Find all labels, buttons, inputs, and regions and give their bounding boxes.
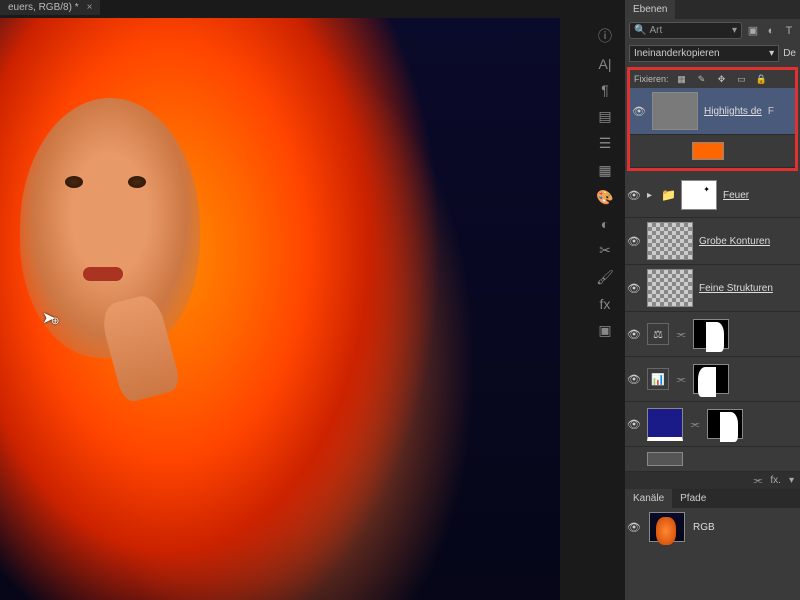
fx-badge: F — [768, 106, 774, 117]
filter-text-icon[interactable]: T — [782, 24, 796, 38]
layer-thumbnail[interactable] — [647, 269, 693, 307]
layer-adj-levels[interactable]: 👁 📊 ⫘ — [625, 357, 800, 402]
fx-menu-icon[interactable]: fx. — [770, 475, 781, 486]
history-icon[interactable]: ▣ — [598, 322, 611, 339]
mask-thumbnail[interactable] — [693, 319, 729, 349]
tutorial-highlight: Fixieren: ▦ ✎ ✥ ▭ 🔒 👁 Highlights de F — [627, 67, 798, 171]
visibility-icon[interactable]: 👁 — [627, 189, 641, 202]
layer-thumbnail[interactable] — [647, 408, 683, 441]
visibility-icon[interactable]: 👁 — [627, 521, 641, 534]
tab-layers[interactable]: Ebenen — [625, 0, 675, 19]
layer-grobe[interactable]: 👁 Grobe Konturen — [625, 218, 800, 265]
visibility-icon[interactable]: 👁 — [627, 418, 641, 431]
swatches-icon[interactable]: ▦ — [598, 162, 611, 179]
layer-panel-footer: ⫘ fx. ▾ — [625, 472, 800, 489]
layers-list-rest: 👁 ▸ 📁 ✦ Feuer 👁 Grobe Konturen 👁 Feine S… — [625, 173, 800, 472]
lock-label: Fixieren: — [634, 74, 669, 84]
link-layers-icon[interactable]: ⫘ — [753, 475, 762, 486]
channels-panel-tabs: Kanäle Pfade — [625, 489, 800, 508]
link-icon[interactable]: ⫘ — [675, 374, 687, 385]
visibility-icon[interactable]: 👁 — [627, 328, 641, 341]
layer-solid-navy[interactable]: 👁 ⫘ — [625, 402, 800, 447]
layer-thumbnail[interactable] — [692, 142, 724, 160]
layer-thumbnail[interactable] — [647, 222, 693, 260]
layer-partial[interactable] — [625, 447, 800, 472]
layer-thumbnail[interactable] — [652, 92, 698, 130]
brush-icon[interactable]: 🖌 — [596, 269, 614, 286]
layer-orange-clip[interactable] — [630, 135, 795, 168]
chevron-down-icon[interactable]: ▾ — [789, 475, 794, 486]
blend-row: Ineinanderkopieren De — [625, 42, 800, 65]
visibility-icon[interactable]: 👁 — [627, 373, 641, 386]
levels-icon: 📊 — [647, 368, 669, 390]
opacity-label: De — [783, 48, 796, 59]
layer-thumbnail[interactable] — [647, 452, 683, 466]
layer-adj-balance[interactable]: 👁 ⚖ ⫘ — [625, 312, 800, 357]
tab-channels[interactable]: Kanäle — [625, 489, 672, 508]
panel-tabs: Ebenen — [625, 0, 800, 19]
lock-paint-icon[interactable]: ✎ — [695, 72, 709, 86]
mask-thumbnail[interactable]: ✦ — [681, 180, 717, 210]
layer-feine[interactable]: 👁 Feine Strukturen — [625, 265, 800, 312]
lock-position-icon[interactable]: ✥ — [715, 72, 729, 86]
layer-highlights[interactable]: 👁 Highlights de F — [630, 88, 795, 135]
balance-icon: ⚖ — [647, 323, 669, 345]
lock-all-icon[interactable]: 🔒 — [755, 72, 769, 86]
blend-mode-dropdown[interactable]: Ineinanderkopieren — [629, 45, 779, 62]
char-icon[interactable]: A| — [599, 56, 612, 72]
info-icon[interactable]: ⓘ — [598, 26, 612, 46]
layer-name[interactable]: Highlights de — [704, 106, 762, 117]
channel-name: RGB — [693, 522, 715, 533]
expand-arrow-icon[interactable]: ▸ — [647, 190, 655, 201]
color-icon[interactable]: 🎨 — [596, 189, 613, 206]
link-icon[interactable]: ⫘ — [689, 419, 701, 430]
link-icon[interactable]: ⫘ — [675, 329, 687, 340]
filter-image-icon[interactable]: ▣ — [746, 24, 760, 38]
lock-row: Fixieren: ▦ ✎ ✥ ▭ 🔒 — [630, 70, 795, 88]
document-tab[interactable]: euers, RGB/8) * × — [0, 0, 100, 15]
tab-paths[interactable]: Pfade — [672, 489, 714, 508]
layer-filter-bar: 🔍 Art ▾ ▣ ◐ T — [625, 19, 800, 42]
eye-left — [65, 176, 83, 188]
channel-thumbnail[interactable] — [649, 512, 685, 542]
layer-name[interactable]: Grobe Konturen — [699, 236, 770, 247]
channel-rgb[interactable]: 👁 RGB — [625, 508, 800, 546]
search-icon: 🔍 — [634, 25, 646, 36]
mask-thumbnail[interactable] — [693, 364, 729, 394]
lock-artboard-icon[interactable]: ▭ — [735, 72, 749, 86]
filter-type-dropdown[interactable]: 🔍 Art ▾ — [629, 22, 742, 39]
layers-stack-icon[interactable]: ▤ — [598, 108, 611, 125]
layer-group-feuer[interactable]: 👁 ▸ 📁 ✦ Feuer — [625, 173, 800, 218]
chevron-down-icon: ▾ — [732, 25, 737, 36]
lips — [83, 267, 123, 281]
bars-icon[interactable]: ☰ — [599, 135, 612, 152]
right-panels: Ebenen 🔍 Art ▾ ▣ ◐ T Ineinanderkopieren … — [625, 0, 800, 600]
adjustments-icon[interactable]: ◐ — [601, 216, 609, 232]
layer-name[interactable]: Feuer — [723, 190, 749, 201]
lock-pixels-icon[interactable]: ▦ — [675, 72, 689, 86]
visibility-icon[interactable]: 👁 — [632, 105, 646, 118]
layers-list: 👁 Highlights de F — [630, 88, 795, 168]
mask-thumbnail[interactable] — [707, 409, 743, 439]
layer-name[interactable]: Feine Strukturen — [699, 283, 773, 294]
tab-title: euers, RGB/8) * — [8, 2, 79, 13]
folder-icon: 📁 — [661, 188, 675, 202]
move-cursor-icon: ➤ — [42, 308, 55, 328]
eye-right — [128, 176, 146, 188]
visibility-icon[interactable]: 👁 — [627, 282, 641, 295]
canvas-area[interactable]: ➤ — [0, 18, 560, 600]
filter-adjust-icon[interactable]: ◐ — [764, 24, 778, 38]
collapsed-panel-dock: ⓘ A| ¶ ▤ ☰ ▦ 🎨 ◐ ✂ 🖌 fx ▣ — [592, 18, 618, 339]
close-icon[interactable]: × — [87, 2, 93, 13]
visibility-icon[interactable]: 👁 — [627, 235, 641, 248]
styles-icon[interactable]: fx — [600, 296, 611, 312]
para-icon[interactable]: ¶ — [601, 82, 609, 98]
knife-icon[interactable]: ✂ — [599, 242, 611, 259]
